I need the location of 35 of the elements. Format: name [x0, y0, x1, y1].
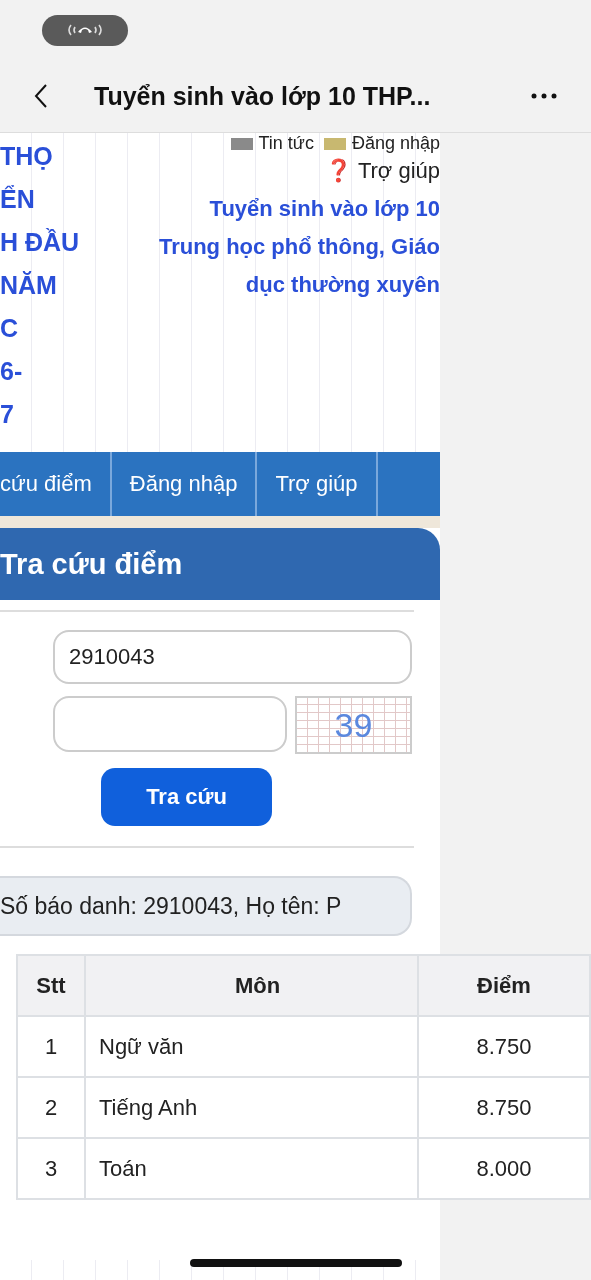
site-title-line: NĂM: [0, 270, 58, 301]
panel-header: Tra cứu điểm: [0, 528, 440, 600]
column-header: Stt: [17, 955, 85, 1016]
call-indicator[interactable]: [42, 14, 128, 46]
table-cell: 1: [17, 1016, 85, 1077]
site-title-line: Tuyển sinh vào lớp 10: [209, 195, 440, 223]
captcha-field[interactable]: [53, 696, 287, 752]
page-title: Tuyển sinh vào lớp 10 THP...: [94, 81, 432, 111]
site-title-line: ỂN: [0, 184, 36, 215]
header-link[interactable]: Đăng nhập: [323, 133, 440, 154]
result-info: Số báo danh: 2910043, Họ tên: P: [0, 876, 412, 936]
site-title-line: THỌ: [0, 141, 54, 172]
column-header: Điểm: [418, 955, 590, 1016]
table-cell: 3: [17, 1138, 85, 1199]
site-title-line: dục thường xuyên: [245, 271, 440, 299]
captcha-image: 39: [295, 696, 412, 754]
more-icon[interactable]: [531, 93, 557, 99]
site-title-line: Trung học phổ thông, Giáo: [158, 233, 440, 261]
table-cell: 8.750: [418, 1077, 590, 1138]
table-cell: Toán: [85, 1138, 418, 1199]
table-cell: Ngữ văn: [85, 1016, 418, 1077]
lookup-button[interactable]: Tra cứu: [101, 768, 272, 826]
table-cell: 2: [17, 1077, 85, 1138]
candidate-number-field[interactable]: 2910043: [53, 630, 412, 684]
site-title-line: 6-: [0, 356, 24, 387]
help-link[interactable]: ❓ Trợ giúp: [325, 158, 440, 184]
site-title-line: H ĐẦU: [0, 227, 80, 258]
column-header: Môn: [85, 955, 418, 1016]
site-title-line: 7: [0, 399, 15, 430]
site-title-line: C: [0, 313, 20, 344]
back-icon[interactable]: [34, 83, 48, 109]
table-cell: Tiếng Anh: [85, 1077, 418, 1138]
header-link[interactable]: Tin tức: [230, 133, 314, 154]
table-cell: 8.750: [418, 1016, 590, 1077]
table-cell: 8.000: [418, 1138, 590, 1199]
